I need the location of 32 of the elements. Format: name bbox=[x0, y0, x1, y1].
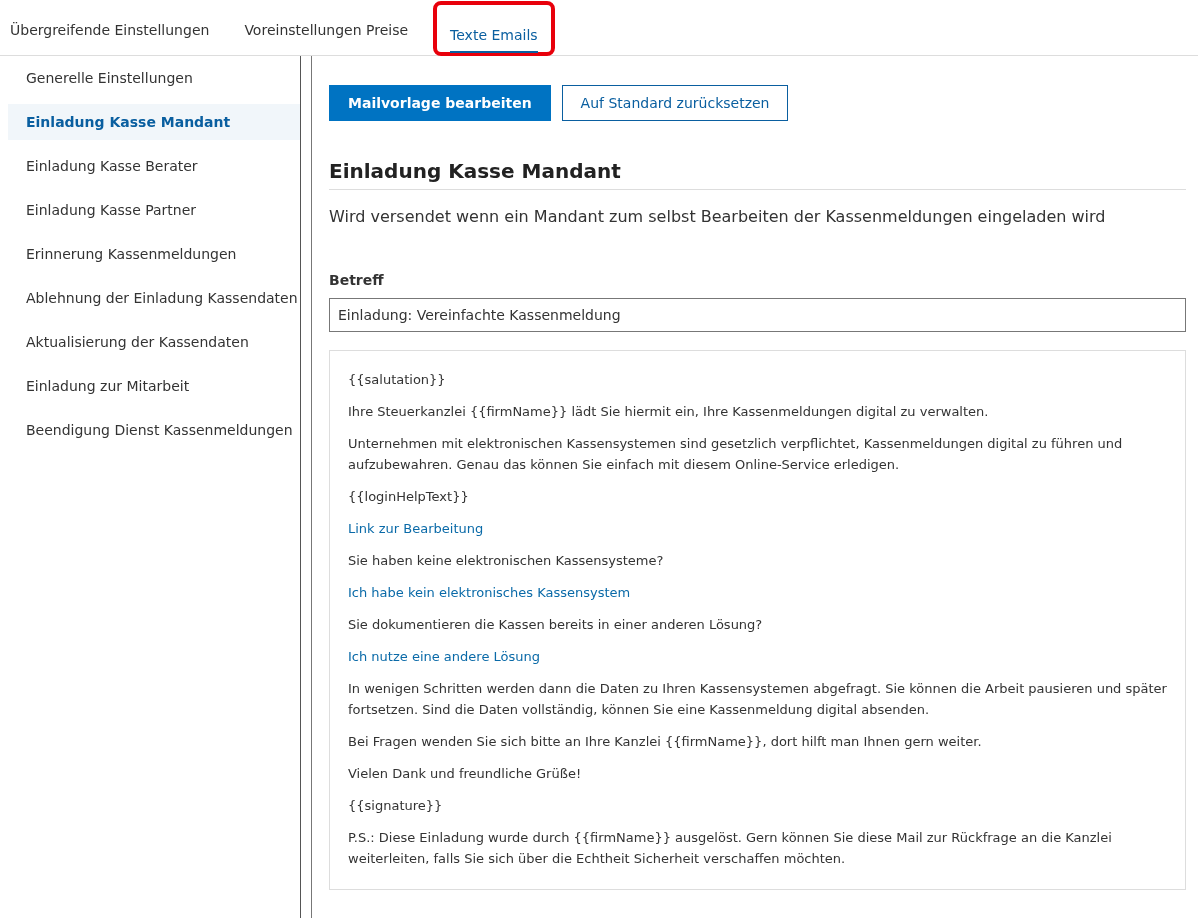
sidebar-item[interactable]: Erinnerung Kassenmeldungen bbox=[8, 236, 300, 272]
sidebar-item[interactable]: Einladung Kasse Berater bbox=[8, 148, 300, 184]
sidebar-item[interactable]: Ablehnung der Einladung Kassendaten bbox=[8, 280, 300, 316]
sidebar-item[interactable]: Einladung zur Mitarbeit bbox=[8, 368, 300, 404]
body-paragraph: Sie haben keine elektronischen Kassensysteme? bbox=[348, 552, 664, 570]
sidebar-item[interactable]: Beendigung Dienst Kassenmeldungen bbox=[8, 412, 300, 448]
subject-label: Betreff bbox=[329, 272, 385, 288]
body-paragraph: {{salutation}} bbox=[348, 371, 446, 389]
subject-field[interactable]: Einladung: Vereinfachte Kassenmeldung bbox=[329, 298, 1186, 332]
template-title: Einladung Kasse Mandant bbox=[329, 159, 1186, 190]
tab[interactable]: Übergreifende Einstellungen bbox=[0, 0, 220, 48]
body-link[interactable]: Link zur Bearbeitung bbox=[348, 518, 484, 539]
body-paragraph: In wenigen Schritten werden dann die Daten zu Ihren Kassensystemen abgefragt. Sie können die Arbeit pausieren und später fortsetzen. Sind die Daten vollständig, können Sie eine Kassenmeldung digital absenden. bbox=[348, 680, 1167, 719]
body-paragraph: P.S.: Diese Einladung wurde durch {{firmName}} ausgelöst. Gern können Sie diese Mail zur Rückfrage an die Kanzlei weiterleiten, falls Sie sich über die Echtheit Sicherheit verschaffen möchten. bbox=[348, 829, 1113, 868]
body-link[interactable]: Ich nutze eine andere Lösung bbox=[348, 646, 540, 667]
template-description: Wird versendet wenn ein Mandant zum selbst Bearbeiten der Kassenmeldungen eingeladen wird bbox=[329, 207, 1107, 226]
body-paragraph: {{loginHelpText}} bbox=[348, 488, 469, 506]
sidebar-item[interactable]: Generelle Einstellungen bbox=[8, 60, 300, 96]
body-link[interactable]: Ich habe kein elektronisches Kassensystem bbox=[348, 582, 631, 603]
body-paragraph: Sie dokumentieren die Kassen bereits in einer anderen Lösung? bbox=[348, 616, 763, 634]
body-paragraph: Ihre Steuerkanzlei {{firmName}} lädt Sie hiermit ein, Ihre Kassenmeldungen digital zu verwalten. bbox=[348, 403, 989, 421]
body-paragraph: Unternehmen mit elektronischen Kassensystemen sind gesetzlich verpflichtet, Kassenmeldungen digital zu führen und aufzubewahren. Genau das können Sie einfach mit diesem Online-Service erledigen. bbox=[348, 435, 1124, 474]
tab[interactable]: Texte Emails bbox=[450, 5, 538, 53]
tab[interactable]: Voreinstellungen Preise bbox=[234, 0, 419, 48]
body-paragraph: {{signature}} bbox=[348, 797, 443, 815]
sidebar-item[interactable]: Einladung Kasse Mandant bbox=[8, 104, 300, 140]
sidebar-item[interactable]: Aktualisierung der Kassendaten bbox=[8, 324, 300, 360]
body-paragraph: Vielen Dank und freundliche Grüße! bbox=[348, 765, 582, 783]
body-paragraph: Bei Fragen wenden Sie sich bitte an Ihre Kanzlei {{firmName}}, dort hilft man Ihnen gern weiter. bbox=[348, 733, 982, 751]
reset-button[interactable]: Auf Standard zurücksetzen bbox=[561, 85, 789, 121]
sidebar-item[interactable]: Einladung Kasse Partner bbox=[8, 192, 300, 228]
edit-template-button[interactable]: Mailvorlage bearbeiten bbox=[329, 85, 551, 121]
